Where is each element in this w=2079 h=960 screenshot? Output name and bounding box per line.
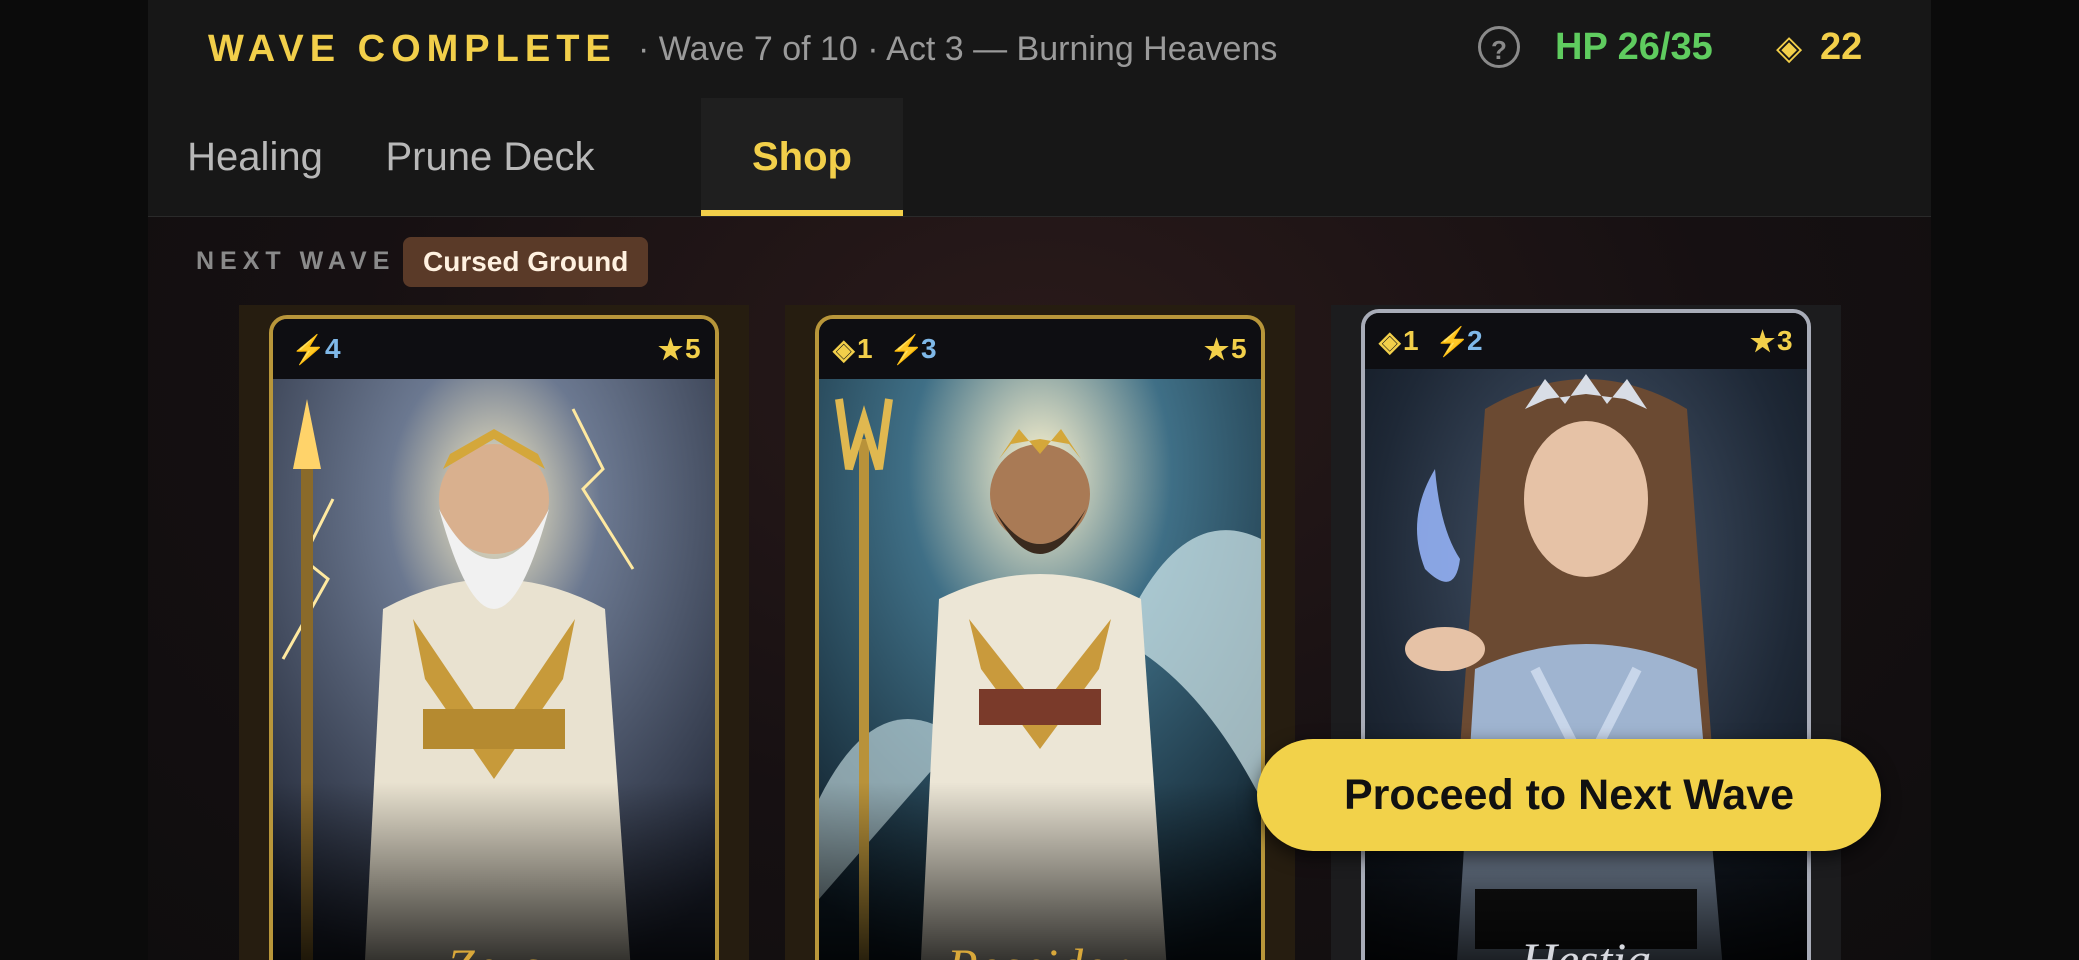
wave-progress-text: · Wave 7 of 10 · Act 3 — Burning Heavens	[638, 30, 1278, 68]
card-hestia[interactable]: ◈ 1 ⚡ 2 ★ 3 Hestia	[1361, 309, 1811, 960]
help-icon[interactable]: ?	[1478, 26, 1520, 68]
card-energy: 2	[1467, 325, 1483, 356]
shop-panel: NEXT WAVE Cursed Ground ⚡ 4 ★ 5 ◈ 1 ⚡ 3 …	[148, 217, 1931, 960]
cost-icon: ◈	[1379, 326, 1401, 357]
gold-count: 22	[1820, 26, 1863, 68]
cost-icon: ◈	[833, 334, 855, 365]
card-name: Zeus	[273, 937, 715, 960]
tab-bar: Healing Prune Deck Shop	[148, 98, 1931, 217]
card-stats-bar: ◈ 1 ⚡ 2 ★ 3	[1365, 313, 1807, 369]
card-zeus[interactable]: ⚡ 4 ★ 5	[269, 315, 719, 960]
star-icon: ★	[1750, 326, 1776, 357]
card-cost: 1	[857, 333, 873, 364]
card-name: Poseidon	[819, 937, 1261, 960]
card-energy: 4	[325, 333, 341, 364]
tab-healing[interactable]: Healing	[148, 98, 362, 216]
hestia-portrait-icon: Hestia	[1365, 369, 1807, 960]
card-cost: 1	[1403, 325, 1419, 356]
card-stars: 5	[685, 333, 701, 364]
card-poseidon[interactable]: ◈ 1 ⚡ 3 ★ 5	[815, 315, 1265, 960]
energy-icon: ⚡	[291, 334, 326, 365]
game-frame: WAVE COMPLETE · Wave 7 of 10 · Act 3 — B…	[148, 0, 1931, 960]
proceed-to-next-wave-button[interactable]: Proceed to Next Wave	[1257, 739, 1881, 851]
header-bar: WAVE COMPLETE · Wave 7 of 10 · Act 3 — B…	[148, 0, 1931, 99]
shop-slot-poseidon: ◈ 1 ⚡ 3 ★ 5	[785, 305, 1295, 960]
tab-shop[interactable]: Shop	[701, 98, 903, 216]
star-icon: ★	[658, 334, 684, 365]
zeus-portrait-icon: Zeus	[273, 379, 715, 960]
next-wave-label: NEXT WAVE	[196, 247, 396, 275]
card-stars: 5	[1231, 333, 1247, 364]
next-wave-modifier-badge: Cursed Ground	[403, 237, 649, 287]
card-name: Hestia	[1520, 932, 1652, 960]
tab-prune-deck[interactable]: Prune Deck	[362, 98, 618, 216]
poseidon-portrait-icon: Poseidon	[819, 379, 1261, 960]
star-icon: ★	[1204, 334, 1230, 365]
shop-slot-hestia: ◈ 1 ⚡ 2 ★ 3 Hestia	[1331, 305, 1841, 960]
gold-icon: ◈	[1776, 29, 1803, 67]
shop-slot-zeus: ⚡ 4 ★ 5	[239, 305, 749, 960]
screen-title: WAVE COMPLETE	[208, 28, 617, 70]
energy-icon: ⚡	[889, 334, 924, 365]
hp-readout: HP 26/35	[1555, 26, 1713, 68]
card-stats-bar: ⚡ 4 ★ 5	[273, 319, 715, 379]
card-energy: 3	[921, 333, 937, 364]
energy-icon: ⚡	[1435, 326, 1470, 357]
card-stars: 3	[1777, 325, 1793, 356]
card-stats-bar: ◈ 1 ⚡ 3 ★ 5	[819, 319, 1261, 379]
